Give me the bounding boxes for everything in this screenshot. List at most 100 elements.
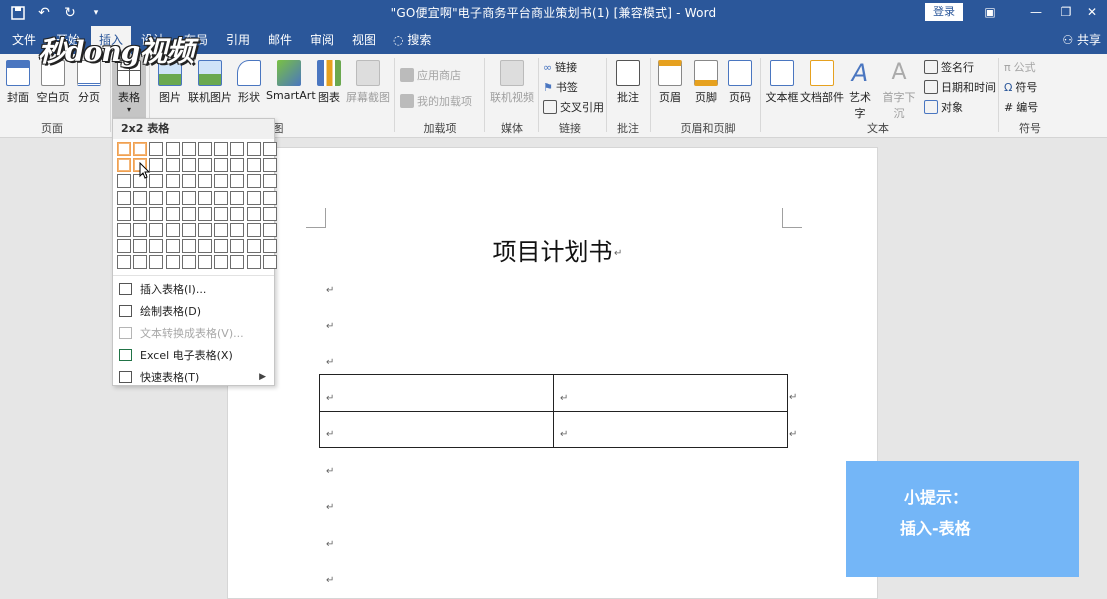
table-grid-cell[interactable]	[149, 158, 163, 172]
table-grid-cell[interactable]	[214, 255, 228, 269]
table-grid-cell[interactable]	[166, 223, 180, 237]
number-button[interactable]: # 编号	[1004, 98, 1038, 116]
table-grid-cell[interactable]	[247, 158, 261, 172]
object-button[interactable]: 对象	[924, 98, 963, 116]
table-grid-cell[interactable]	[133, 223, 147, 237]
wordart-button[interactable]: A 艺术字	[844, 60, 876, 121]
table-grid-cell[interactable]	[117, 158, 131, 172]
table-grid-cell[interactable]	[198, 158, 212, 172]
table-grid-cell[interactable]	[166, 255, 180, 269]
table-grid-cell[interactable]	[182, 174, 196, 188]
table-grid-cell[interactable]	[198, 255, 212, 269]
table-grid-cell[interactable]	[247, 142, 261, 156]
table-grid-cell[interactable]	[133, 207, 147, 221]
table-grid-cell[interactable]	[133, 191, 147, 205]
table-grid-cell[interactable]	[230, 174, 244, 188]
bookmark-button[interactable]: ⚑ 书签	[543, 78, 578, 96]
drop-cap-button[interactable]: A 首字下沉	[878, 60, 920, 121]
table-grid-cell[interactable]	[182, 239, 196, 253]
ribbon-display-options-icon[interactable]: ▣	[970, 2, 1010, 22]
shapes-button[interactable]: 形状	[236, 60, 262, 105]
signature-line-button[interactable]: 签名行	[924, 58, 974, 76]
insert-table-menu-item[interactable]: 插入表格(I)...	[113, 278, 274, 300]
online-video-button[interactable]: 联机视频	[490, 60, 534, 105]
table-grid-cell[interactable]	[247, 191, 261, 205]
table-grid-cell[interactable]	[214, 207, 228, 221]
table-grid-cell[interactable]	[133, 255, 147, 269]
table-grid-cell[interactable]	[117, 239, 131, 253]
table-grid-cell[interactable]	[166, 191, 180, 205]
table-grid-cell[interactable]	[198, 207, 212, 221]
tab-review[interactable]: 审阅	[302, 26, 342, 54]
table-grid-cell[interactable]	[149, 239, 163, 253]
table-grid-cell[interactable]	[230, 191, 244, 205]
table-grid-cell[interactable]	[149, 207, 163, 221]
screenshot-button[interactable]: 屏幕截图	[346, 60, 390, 105]
equation-button[interactable]: π 公式	[1004, 58, 1036, 76]
smartart-button[interactable]: SmartArt	[266, 60, 316, 102]
table-grid-cell[interactable]	[133, 142, 147, 156]
table-grid-cell[interactable]	[166, 207, 180, 221]
document-page[interactable]: 项目计划书 ↵ ↵ ↵ ↵ ↵ ↵ ↵ ↵ ↵ ↵ ↵ ↵ ↵ ↵	[227, 147, 878, 599]
table-grid-cell[interactable]	[149, 223, 163, 237]
quick-tables-menu-item[interactable]: 快速表格(T) ▶	[113, 366, 274, 388]
table-grid-cell[interactable]	[182, 255, 196, 269]
table-grid-cell[interactable]	[214, 174, 228, 188]
online-pictures-button[interactable]: 联机图片	[187, 60, 233, 105]
table-grid-cell[interactable]	[247, 239, 261, 253]
table-grid-cell[interactable]	[149, 191, 163, 205]
table-grid-cell[interactable]	[230, 239, 244, 253]
table-grid-cell[interactable]	[263, 174, 277, 188]
tab-view[interactable]: 视图	[344, 26, 384, 54]
table-grid-cell[interactable]	[117, 255, 131, 269]
table-grid-cell[interactable]	[263, 158, 277, 172]
table-grid-cell[interactable]	[214, 142, 228, 156]
comment-button[interactable]: 批注	[614, 60, 642, 105]
table-grid-cell[interactable]	[263, 239, 277, 253]
cover-page-button[interactable]: 封面	[4, 60, 32, 105]
table-grid-cell[interactable]	[198, 223, 212, 237]
convert-text-menu-item[interactable]: 文本转换成表格(V)...	[113, 322, 274, 344]
header-button[interactable]: 页眉	[656, 60, 684, 105]
table-grid-cell[interactable]	[149, 142, 163, 156]
table-grid-cell[interactable]	[149, 255, 163, 269]
table-grid-cell[interactable]	[263, 223, 277, 237]
table-grid-cell[interactable]	[247, 223, 261, 237]
quick-parts-button[interactable]: 文档部件	[800, 60, 844, 105]
page-number-button[interactable]: 页码	[726, 60, 754, 105]
table-grid-cell[interactable]	[230, 255, 244, 269]
table-grid-cell[interactable]	[214, 158, 228, 172]
table-grid-cell[interactable]	[182, 158, 196, 172]
link-button[interactable]: ∞ 链接	[543, 58, 577, 76]
footer-button[interactable]: 页脚	[692, 60, 720, 105]
share-button[interactable]: ⚇ 共享	[1062, 26, 1101, 54]
table-grid-cell[interactable]	[117, 191, 131, 205]
document-title[interactable]: 项目计划书	[228, 232, 877, 267]
close-icon[interactable]: ✕	[1072, 2, 1107, 22]
table-grid-cell[interactable]	[214, 191, 228, 205]
inserted-table[interactable]: ↵ ↵ ↵ ↵	[319, 374, 788, 448]
store-button[interactable]: 应用商店	[400, 66, 461, 84]
table-grid-cell[interactable]	[198, 142, 212, 156]
table-grid-cell[interactable]	[263, 255, 277, 269]
text-box-button[interactable]: 文本框	[764, 60, 800, 105]
symbol-button[interactable]: Ω 符号	[1004, 78, 1037, 96]
table-grid-cell[interactable]	[198, 239, 212, 253]
table-grid-cell[interactable]	[166, 239, 180, 253]
table-grid-cell[interactable]	[230, 223, 244, 237]
table-grid-cell[interactable]	[198, 191, 212, 205]
table-grid-cell[interactable]	[230, 142, 244, 156]
table-grid-cell[interactable]	[182, 207, 196, 221]
table-grid-cell[interactable]	[117, 207, 131, 221]
table-grid-cell[interactable]	[230, 158, 244, 172]
login-button[interactable]: 登录	[925, 3, 963, 21]
table-grid-cell[interactable]	[182, 142, 196, 156]
table-grid-cell[interactable]	[166, 158, 180, 172]
table-grid-cell[interactable]	[214, 239, 228, 253]
table-grid-cell[interactable]	[247, 255, 261, 269]
table-grid-cell[interactable]	[117, 223, 131, 237]
table-grid-cell[interactable]	[198, 174, 212, 188]
table-grid-cell[interactable]	[247, 174, 261, 188]
table-grid-cell[interactable]	[117, 142, 131, 156]
excel-spreadsheet-menu-item[interactable]: Excel 电子表格(X)	[113, 344, 274, 366]
